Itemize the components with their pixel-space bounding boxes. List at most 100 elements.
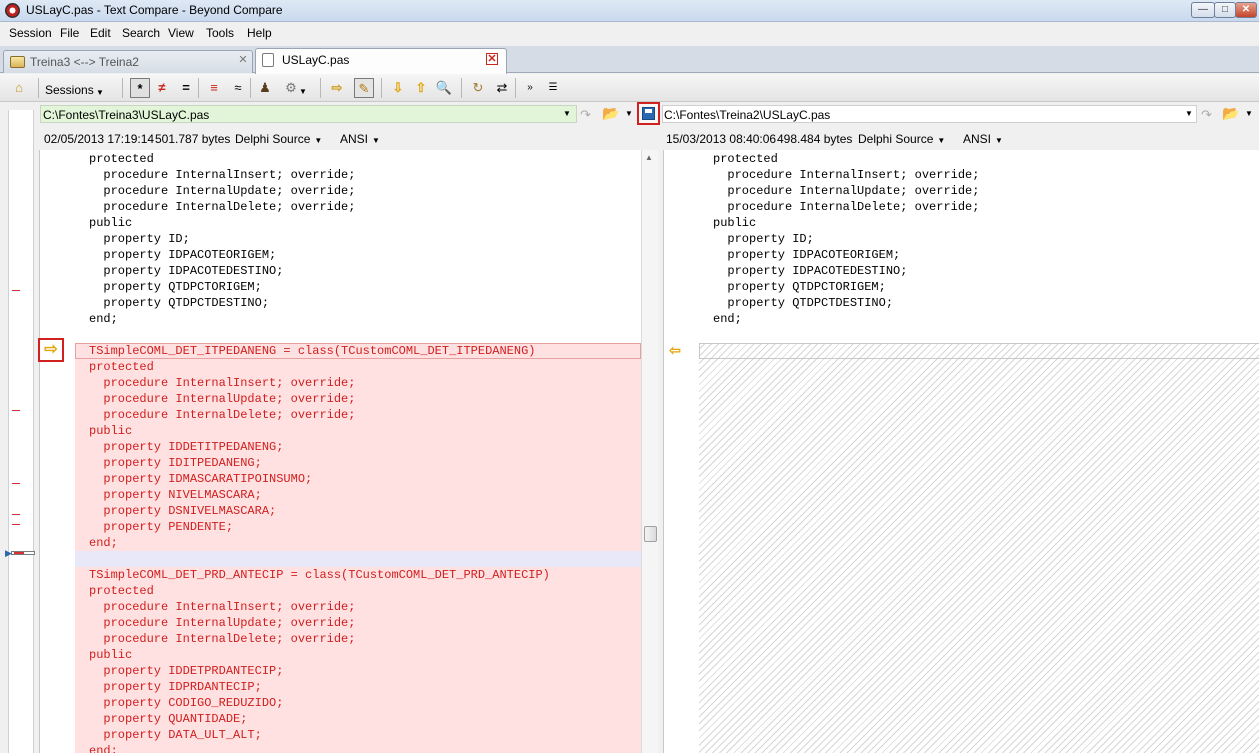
show-same-icon[interactable]: = [176, 78, 196, 98]
menu-view[interactable]: View [168, 26, 194, 40]
left-code-line[interactable]: property ID; [75, 231, 641, 247]
thumbnail-viewport[interactable] [11, 551, 35, 555]
left-code-line[interactable]: TSimpleCOML_DET_PRD_ANTECIP = class(TCus… [75, 567, 641, 583]
tab-folder-compare[interactable]: Treina3 <--> Treina2 ✕ [3, 50, 253, 73]
find-binoculars-icon[interactable]: 🔍 [434, 78, 454, 98]
left-code-pane[interactable]: protected procedure InternalInsert; over… [40, 150, 641, 753]
chevron-down-icon[interactable]: ▼ [1185, 109, 1193, 118]
tab-close-icon[interactable]: ✕ [486, 53, 498, 65]
expand-icon[interactable]: » [520, 78, 540, 98]
left-code-line[interactable]: procedure InternalUpdate; override; [75, 615, 641, 631]
left-code-line[interactable]: property CODIGO_REDUZIDO; [75, 695, 641, 711]
show-all-icon[interactable]: * [130, 78, 150, 98]
left-code-line[interactable]: procedure InternalInsert; override; [75, 375, 641, 391]
left-code-line[interactable]: procedure InternalUpdate; override; [75, 391, 641, 407]
right-open-folder-icon[interactable]: 📂 [1222, 105, 1240, 122]
left-code-line[interactable]: property IDPACOTEORIGEM; [75, 247, 641, 263]
swap-sides-icon[interactable]: ⇨ [327, 78, 347, 98]
right-code-line[interactable]: protected [699, 151, 1259, 167]
left-code-line[interactable]: protected [75, 583, 641, 599]
left-code-line[interactable]: property NIVELMASCARA; [75, 487, 641, 503]
left-code-line[interactable]: property PENDENTE; [75, 519, 641, 535]
right-encoding-select[interactable]: ANSI ▼ [963, 132, 1003, 146]
minimize-button[interactable]: — [1191, 2, 1215, 18]
right-code-line[interactable]: public [699, 215, 1259, 231]
left-code-line[interactable]: property IDMASCARATIPOINSUMO; [75, 471, 641, 487]
left-code-line[interactable] [75, 327, 641, 343]
right-code-line[interactable]: end; [699, 311, 1259, 327]
beyond-compare-app-icon[interactable] [5, 3, 20, 18]
chevron-down-icon[interactable]: ▼ [625, 109, 633, 118]
left-code-line[interactable]: end; [75, 743, 641, 753]
right-path-input[interactable]: C:\Fontes\Treina2\USLayC.pas [662, 105, 1197, 123]
scrollbar-thumb[interactable] [644, 526, 657, 542]
left-path-input[interactable]: C:\Fontes\Treina3\USLayC.pas [40, 105, 577, 123]
tab-close-icon[interactable]: ✕ [237, 55, 249, 67]
previous-difference-icon[interactable]: ⇧ [411, 78, 431, 98]
menu-edit[interactable]: Edit [90, 26, 111, 40]
rules-icon[interactable]: ♟ [255, 78, 275, 98]
difference-thumbnail[interactable]: ▶ [5, 110, 35, 753]
maximize-button[interactable]: □ [1214, 2, 1236, 18]
left-open-folder-icon[interactable]: 📂 [602, 105, 620, 122]
right-code-line[interactable]: property QTDPCTORIGEM; [699, 279, 1259, 295]
right-code-line[interactable]: procedure InternalDelete; override; [699, 199, 1259, 215]
left-code-line[interactable]: procedure InternalUpdate; override; [75, 183, 641, 199]
show-differences-icon[interactable]: ≠ [152, 78, 172, 98]
left-code-line[interactable]: property QTDPCTDESTINO; [75, 295, 641, 311]
right-code-pane[interactable]: protected procedure InternalInsert; over… [663, 150, 1259, 753]
ignore-unimportant-icon[interactable]: ≈ [228, 78, 248, 98]
left-history-icon[interactable]: ↷ [580, 107, 598, 123]
outline-list-icon[interactable]: ☰ [543, 78, 563, 98]
copy-to-left-arrow-icon[interactable]: ⇦ [667, 342, 683, 358]
left-code-line[interactable]: procedure InternalInsert; override; [75, 167, 641, 183]
home-icon[interactable]: ⌂ [9, 78, 29, 98]
sessions-button[interactable]: Sessions [45, 80, 94, 100]
menu-tools[interactable]: Tools [206, 26, 234, 40]
left-code-line[interactable]: property IDDETITPEDANENG; [75, 439, 641, 455]
left-code-line[interactable]: property IDDETPRDANTECIP; [75, 663, 641, 679]
left-format-select[interactable]: Delphi Source ▼ [235, 132, 322, 146]
menu-file[interactable]: File [60, 26, 79, 40]
left-code-line[interactable]: procedure InternalDelete; override; [75, 407, 641, 423]
next-difference-icon[interactable]: ⇩ [388, 78, 408, 98]
vertical-scrollbar[interactable]: ▲ [641, 150, 658, 753]
left-code-line[interactable]: end; [75, 311, 641, 327]
left-code-line[interactable]: end; [75, 535, 641, 551]
left-code-line[interactable]: public [75, 215, 641, 231]
left-code-line[interactable]: property DATA_ULT_ALT; [75, 727, 641, 743]
tab-text-compare[interactable]: USLayC.pas ✕ [255, 48, 507, 74]
right-code-line[interactable]: property IDPACOTEORIGEM; [699, 247, 1259, 263]
chevron-down-icon[interactable]: ▼ [96, 83, 104, 103]
close-window-button[interactable]: ✕ [1235, 2, 1257, 18]
menu-help[interactable]: Help [247, 26, 272, 40]
left-code-line[interactable] [75, 551, 641, 567]
left-code-line[interactable]: property IDPRDANTECIP; [75, 679, 641, 695]
right-history-icon[interactable]: ↷ [1201, 107, 1219, 123]
right-code-line[interactable]: property QTDPCTDESTINO; [699, 295, 1259, 311]
scroll-up-icon[interactable]: ▲ [645, 153, 653, 162]
left-code-line[interactable]: protected [75, 359, 641, 375]
menu-session[interactable]: Session [9, 26, 52, 40]
save-icon[interactable] [637, 102, 660, 125]
left-code-line[interactable]: procedure InternalDelete; override; [75, 631, 641, 647]
refresh-icon[interactable]: ↻ [468, 78, 488, 98]
right-code-line[interactable]: procedure InternalUpdate; override; [699, 183, 1259, 199]
left-code-line[interactable]: property QUANTIDADE; [75, 711, 641, 727]
chevron-down-icon[interactable]: ▼ [1245, 109, 1253, 118]
left-code-line[interactable]: public [75, 423, 641, 439]
left-code-line[interactable]: public [75, 647, 641, 663]
left-code-line[interactable]: property IDITPEDANENG; [75, 455, 641, 471]
left-code-line[interactable]: property IDPACOTEDESTINO; [75, 263, 641, 279]
left-code-line[interactable]: property QTDPCTORIGEM; [75, 279, 641, 295]
left-code-line[interactable]: property DSNIVELMASCARA; [75, 503, 641, 519]
chevron-down-icon[interactable]: ▼ [298, 82, 308, 102]
left-encoding-select[interactable]: ANSI ▼ [340, 132, 380, 146]
copy-to-right-arrow-icon[interactable]: ⇨ [38, 338, 64, 362]
left-code-line[interactable]: procedure InternalInsert; override; [75, 599, 641, 615]
left-code-line[interactable]: protected [75, 151, 641, 167]
right-code-line[interactable]: property ID; [699, 231, 1259, 247]
edit-pencil-icon[interactable]: ✎ [354, 78, 374, 98]
right-format-select[interactable]: Delphi Source ▼ [858, 132, 945, 146]
menu-search[interactable]: Search [122, 26, 160, 40]
